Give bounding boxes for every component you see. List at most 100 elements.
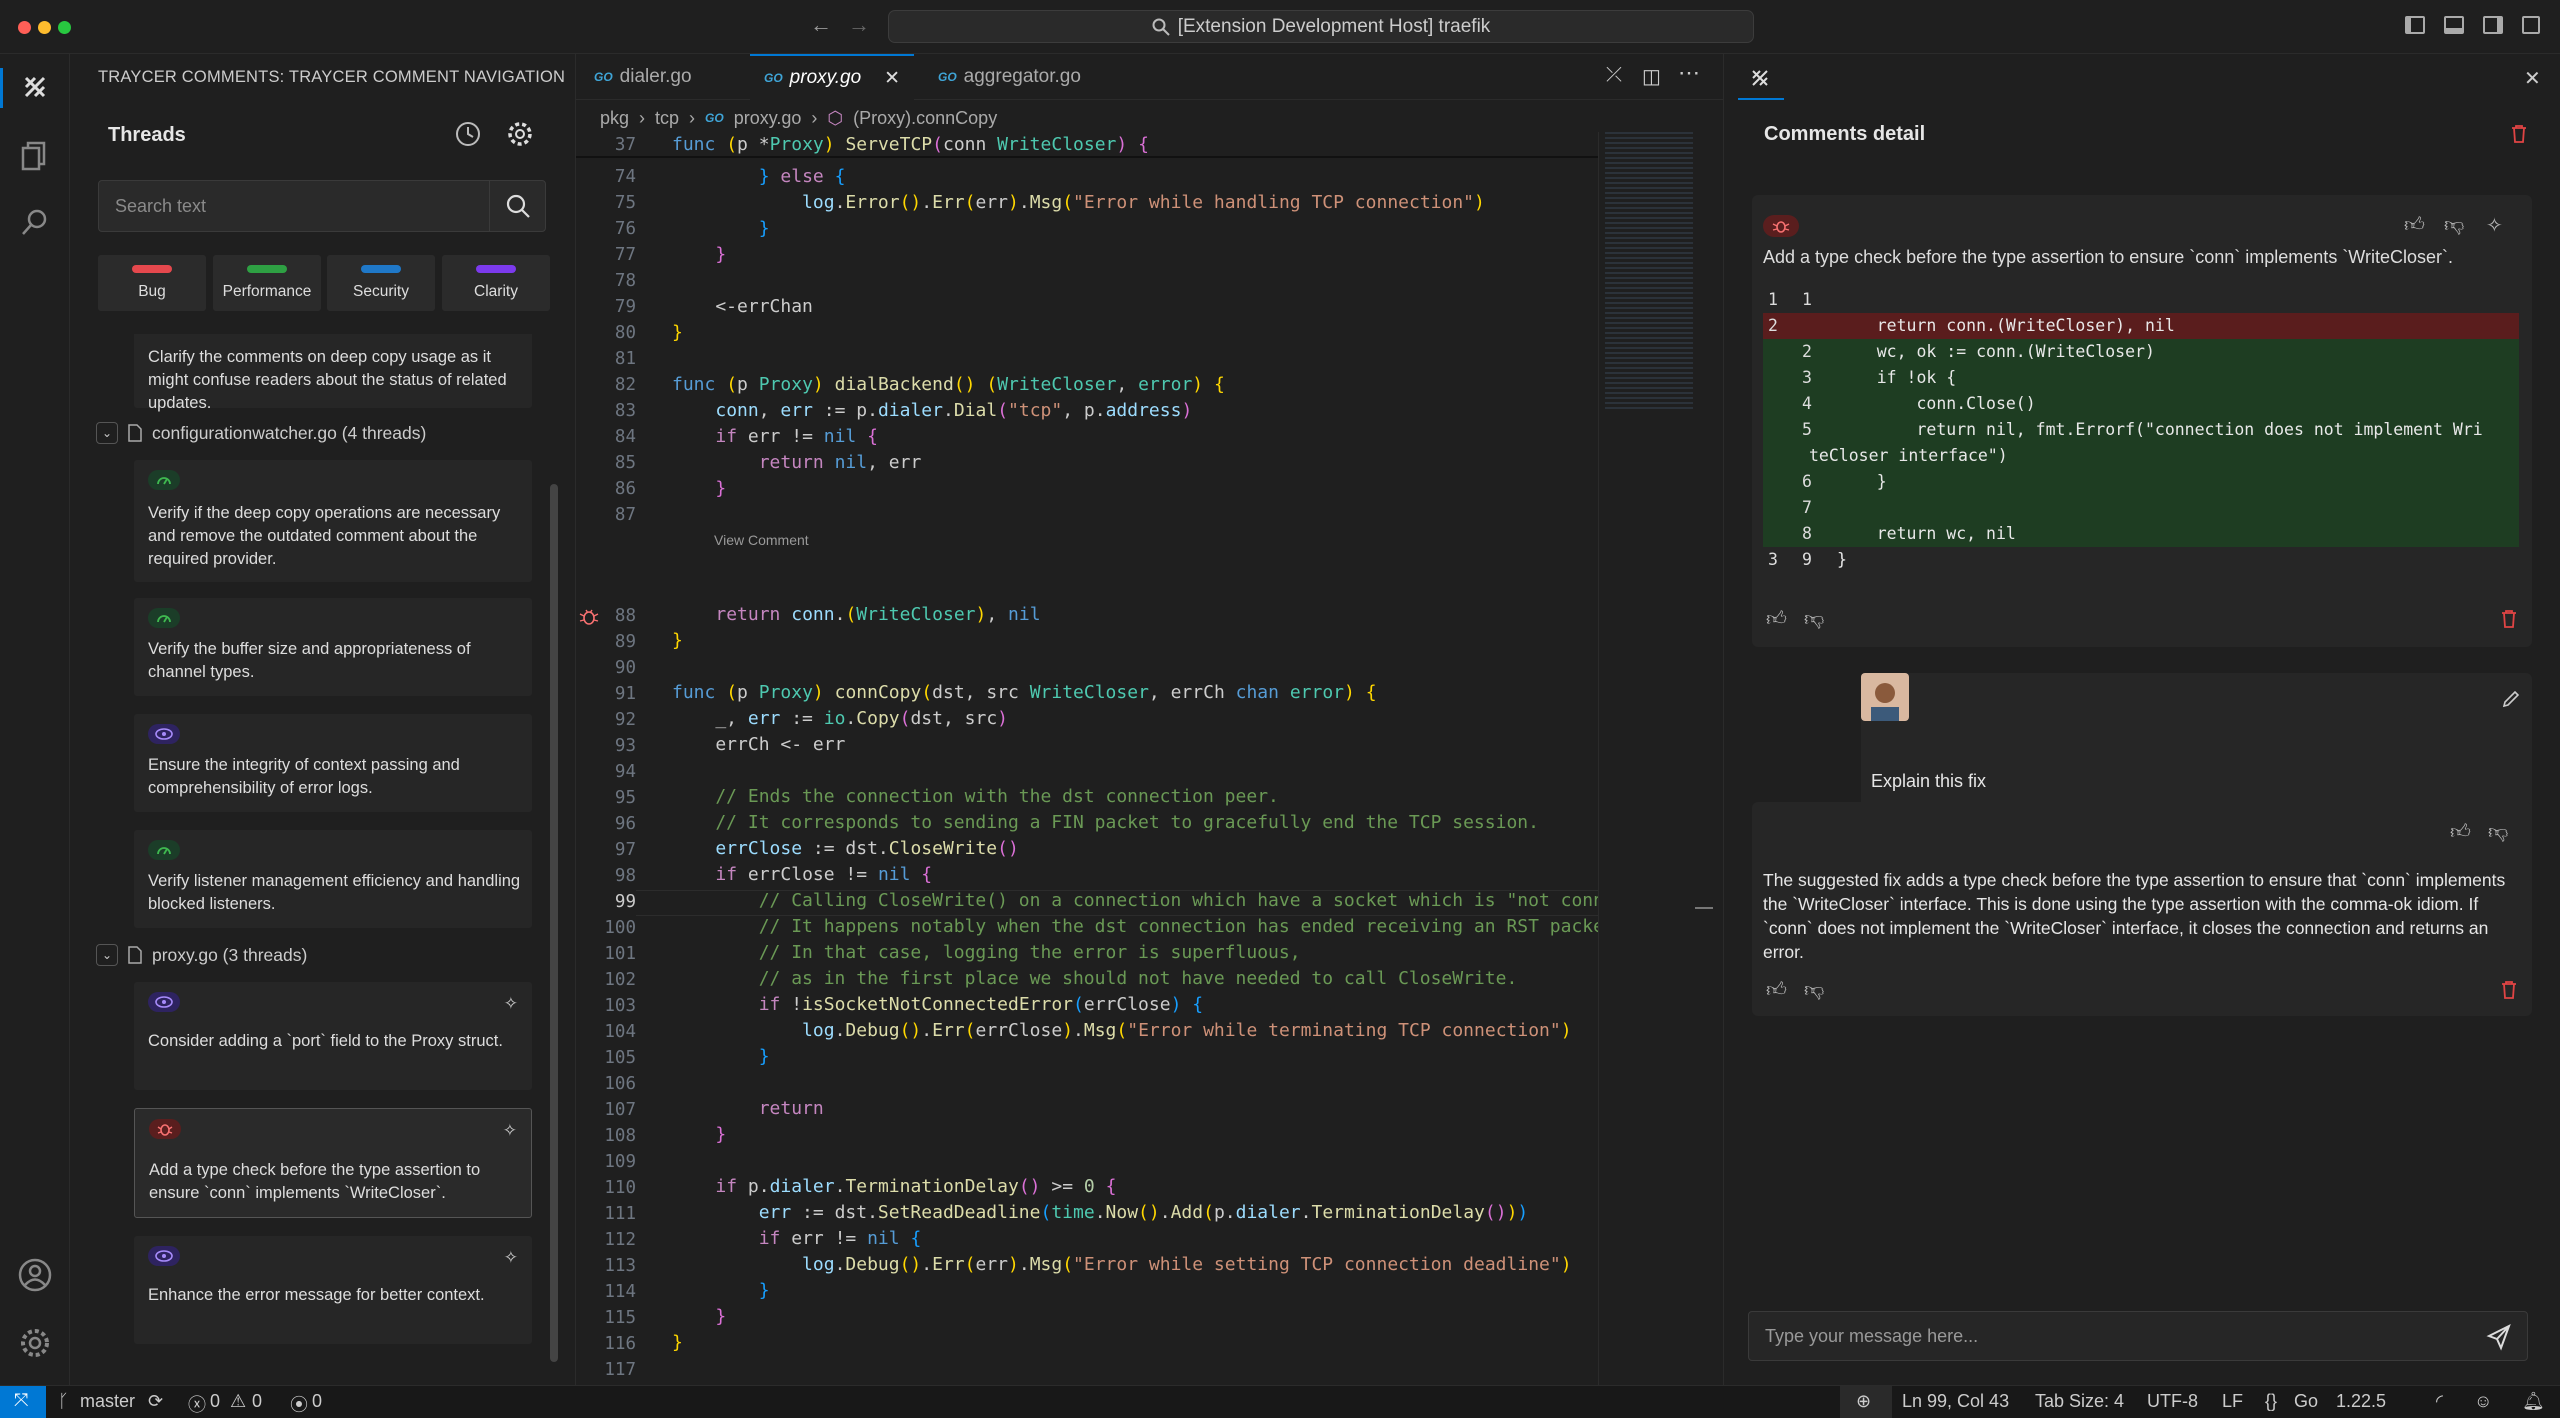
copilot-icon[interactable]: ☺ [2474,1391,2492,1412]
category-performance-button[interactable]: Performance [213,255,321,311]
thread-card[interactable]: ✧ Consider adding a `port` field to the … [134,982,532,1090]
diff-old-line-number: 3 [1768,550,1778,569]
error-count[interactable]: 0 [210,1391,220,1412]
tab-aggregator-go[interactable]: GO aggregator.go [924,54,1095,100]
thread-card-selected[interactable]: ✧ Add a type check before the type asser… [134,1108,532,1218]
minimize-window-button[interactable] [38,21,51,34]
line-number: 99 [614,892,636,912]
trash-icon[interactable] [2500,609,2518,629]
search-input[interactable] [99,181,489,231]
customize-layout-icon[interactable] [2522,16,2540,34]
code-line: err := dst.SetReadDeadline(time.Now().Ad… [758,1202,1529,1223]
warning-count[interactable]: 0 [252,1391,262,1412]
thumbs-down-icon[interactable]: 👎︎ [2444,213,2464,237]
tab-dialer-go[interactable]: GO dialer.go [580,54,706,100]
breadcrumb-item[interactable]: proxy.go [734,108,802,129]
send-icon[interactable] [2471,1312,2527,1360]
close-tab-icon[interactable]: ✕ [884,67,900,90]
diff-new-line-number: 5 [1802,420,1812,439]
chevron-down-icon[interactable]: ⌄ [96,944,118,966]
close-panel-icon[interactable]: ✕ [2524,66,2541,91]
cursor-position[interactable]: Ln 99, Col 43 [1902,1391,2009,1412]
sidebar-scrollbar[interactable] [550,484,558,1362]
remote-indicator[interactable]: ⤧ [0,1386,46,1418]
line-ending[interactable]: LF [2222,1391,2243,1412]
chat-input[interactable] [1749,1312,2449,1360]
window-title: [Extension Development Host] traefik [1177,15,1491,37]
category-bug-button[interactable]: Bug [98,255,206,311]
line-number: 96 [614,814,636,834]
sync-icon[interactable]: ⟳ [148,1391,163,1412]
search-icon[interactable] [16,204,54,242]
breadcrumb-item[interactable]: pkg [600,108,629,129]
minimap[interactable] [1598,132,1713,1385]
notifications-icon[interactable]: 🔔︎ [2522,1391,2545,1412]
split-editor-icon[interactable]: ◫ [1642,64,1661,89]
line-number: 111 [604,1204,636,1224]
magic-wand-icon[interactable]: ✧ [504,994,518,1014]
thumbs-down-icon[interactable]: 👎︎ [1804,978,1824,1002]
line-number: 84 [614,427,636,447]
breadcrumb-item[interactable]: tcp [655,108,679,129]
magic-wand-icon[interactable]: ✧ [504,1248,518,1268]
line-number: 104 [604,1022,636,1042]
panel-tab-indicator [1738,98,1784,100]
ports-count[interactable]: 0 [312,1391,322,1412]
go-version[interactable]: 1.22.5 [2336,1391,2386,1412]
encoding[interactable]: UTF-8 [2147,1391,2198,1412]
settings-gear-icon[interactable] [16,1324,54,1362]
command-center[interactable]: [Extension Development Host] traefik [888,10,1754,43]
account-icon[interactable] [16,1256,54,1294]
close-window-button[interactable] [18,21,31,34]
search-button[interactable] [489,181,545,231]
thread-card[interactable]: Verify if the deep copy operations are n… [134,460,532,582]
thumbs-down-icon[interactable]: 👎︎ [2488,820,2508,844]
chevron-down-icon[interactable]: ⌄ [96,422,118,444]
category-security-button[interactable]: Security [327,255,435,311]
thumbs-up-icon[interactable]: 👍︎ [2450,820,2471,844]
line-number: 106 [604,1074,636,1094]
zoom-window-button[interactable] [58,21,71,34]
thread-card[interactable]: Verify listener management efficiency an… [134,830,532,928]
trash-icon[interactable] [2500,980,2518,1000]
file-group-proxy[interactable]: ⌄ proxy.go (3 threads) [96,944,307,966]
forward-arrow-icon[interactable]: → [848,12,870,38]
file-group-configurationwatcher[interactable]: ⌄ configurationwatcher.go (4 threads) [96,422,426,444]
more-actions-icon[interactable]: ⋯ [1678,60,1700,86]
branch-name[interactable]: master [80,1391,135,1412]
code-area[interactable]: 37 func (p *Proxy) ServeTCP(conn WriteCl… [576,132,1598,1385]
line-number: 92 [614,710,636,730]
edit-icon[interactable] [2501,689,2521,709]
tab-proxy-go[interactable]: GO proxy.go ✕ [750,54,915,100]
breadcrumb-item[interactable]: (Proxy).connCopy [853,108,997,129]
diff-code: wc, ok := conn.(WriteCloser) [1837,342,2155,361]
toggle-secondary-sidebar-icon[interactable] [2483,16,2503,34]
traycer-icon[interactable] [16,68,54,106]
language-mode[interactable]: Go [2294,1391,2318,1412]
line-number: 74 [614,167,636,187]
magic-wand-icon[interactable]: ✧ [2486,213,2503,238]
tab-size[interactable]: Tab Size: 4 [2035,1391,2124,1412]
settings-gear-icon[interactable] [506,120,534,148]
code-line: <-errChan [672,296,813,317]
traycer-action-icon[interactable]: ⤫ [1606,64,1622,87]
view-comment-link[interactable]: View Comment [714,532,809,548]
thread-card[interactable]: ✧ Enhance the error message for better c… [134,1236,532,1344]
thumbs-up-icon[interactable]: 👍︎ [1766,607,1787,631]
thread-card[interactable]: Clarify the comments on deep copy usage … [134,334,532,412]
toggle-sidebar-icon[interactable] [2405,16,2425,34]
thread-card[interactable]: Ensure the integrity of context passing … [134,714,532,812]
thumbs-down-icon[interactable]: 👎︎ [1804,607,1824,631]
bug-icon [1763,215,1799,237]
history-icon[interactable] [454,120,482,148]
category-clarity-button[interactable]: Clarity [442,255,550,311]
thumbs-up-icon[interactable]: 👍︎ [1766,978,1787,1002]
thumbs-up-icon[interactable]: 👍︎ [2404,213,2425,237]
thread-card[interactable]: Verify the buffer size and appropriatene… [134,598,532,696]
explorer-icon[interactable] [16,136,54,174]
toggle-panel-icon[interactable] [2444,16,2464,34]
back-arrow-icon[interactable]: ← [810,12,832,38]
magic-wand-icon[interactable]: ✧ [503,1121,517,1141]
line-number: 81 [614,349,636,369]
trash-icon[interactable] [2510,124,2528,144]
